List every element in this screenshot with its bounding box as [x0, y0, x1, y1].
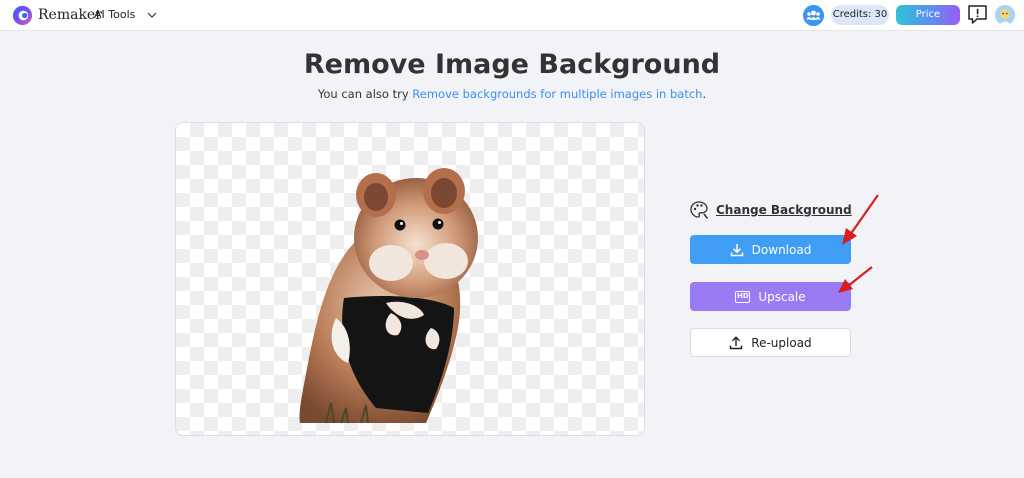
brand-name[interactable]: Remaker — [38, 6, 102, 24]
change-background-label: Change Background — [716, 203, 852, 217]
reupload-label: Re-upload — [751, 335, 812, 350]
logo-icon[interactable] — [12, 5, 33, 26]
ai-tools-menu[interactable]: AI Tools — [94, 7, 157, 23]
subtitle-prefix: You can also try — [317, 87, 413, 101]
community-icon[interactable] — [803, 5, 824, 26]
download-button[interactable]: Download — [690, 235, 851, 264]
download-label: Download — [751, 242, 812, 257]
page-subtitle: You can also try Remove backgrounds for … — [0, 86, 1024, 102]
upscale-button[interactable]: HD Upscale — [690, 282, 851, 311]
page-title: Remove Image Background — [303, 49, 721, 80]
reupload-button[interactable]: Re-upload — [690, 328, 851, 357]
top-bar: Remaker AI Tools Credits: 30 Price — [0, 0, 1024, 31]
annotation-arrow-upscale — [838, 266, 873, 293]
batch-remove-link[interactable]: Remove backgrounds for multiple images i… — [412, 87, 702, 101]
subtitle-suffix: . — [702, 87, 707, 101]
palette-icon — [690, 201, 709, 219]
upload-icon — [730, 335, 743, 349]
hamster-cutout-image — [299, 168, 478, 424]
credits-badge[interactable]: Credits: 30 — [831, 5, 889, 25]
chevron-down-icon — [147, 12, 157, 18]
avatar[interactable] — [995, 5, 1015, 25]
ai-tools-label: AI Tools — [94, 8, 136, 21]
download-icon — [730, 243, 743, 256]
annotation-arrow-download — [842, 194, 879, 245]
price-button[interactable]: Price — [896, 5, 960, 25]
upscale-label: Upscale — [758, 289, 806, 304]
feedback-icon[interactable] — [967, 4, 988, 25]
hd-icon: HD — [735, 290, 751, 303]
result-image-preview — [175, 122, 645, 436]
change-background-link[interactable]: Change Background — [689, 199, 852, 221]
